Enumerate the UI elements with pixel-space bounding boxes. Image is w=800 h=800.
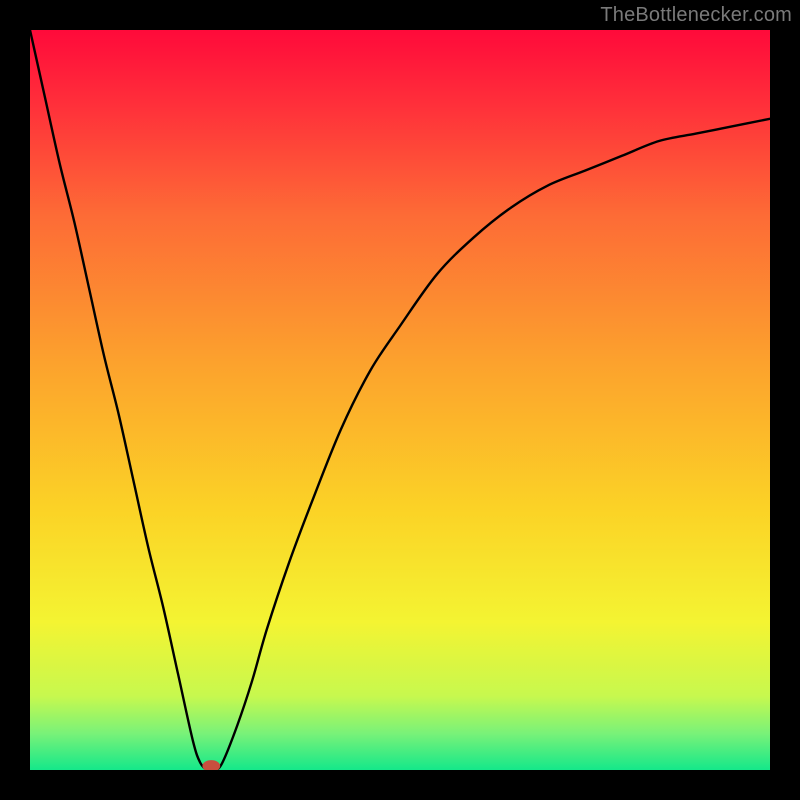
chart-svg [30, 30, 770, 770]
outer-frame: TheBottlenecker.com [0, 0, 800, 800]
attribution-text: TheBottlenecker.com [600, 4, 792, 27]
plot-area [30, 30, 770, 770]
